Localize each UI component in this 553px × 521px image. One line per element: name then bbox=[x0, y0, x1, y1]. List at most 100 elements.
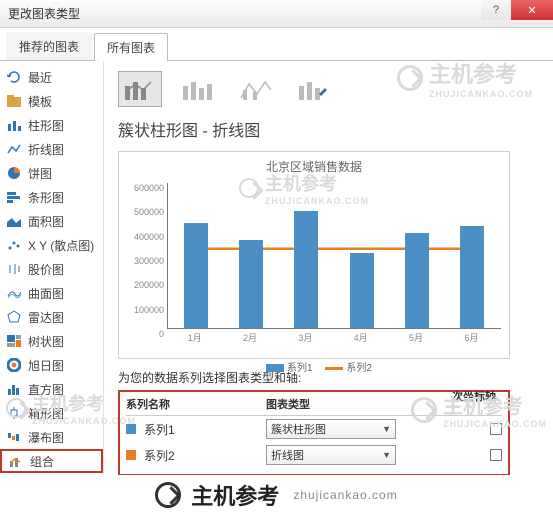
sidebar-item-bar[interactable]: 条形图 bbox=[0, 185, 103, 209]
col-secondary-axis: 次坐标轴 bbox=[452, 388, 496, 404]
subtype-stacked-area-column[interactable] bbox=[234, 71, 278, 107]
sidebar-item-label: 最近 bbox=[28, 69, 52, 86]
combo-subtitle: 簇状柱形图 - 折线图 bbox=[118, 117, 541, 141]
bar bbox=[239, 240, 263, 328]
sidebar-item-label: 股价图 bbox=[28, 261, 64, 278]
sidebar-item-treemap[interactable]: 树状图 bbox=[0, 329, 103, 353]
bar bbox=[184, 223, 208, 328]
chart-title: 北京区域销售数据 bbox=[127, 158, 501, 175]
plot-area: 0100000200000300000400000500000600000 bbox=[167, 183, 501, 329]
series-name: 系列1 bbox=[144, 421, 175, 438]
combo-subtype-gallery bbox=[118, 71, 541, 107]
bar bbox=[460, 226, 484, 328]
sidebar-item-recent[interactable]: 最近 bbox=[0, 65, 103, 89]
sidebar-item-stock[interactable]: 股价图 bbox=[0, 257, 103, 281]
bar bbox=[294, 211, 318, 328]
sidebar-item-label: 模板 bbox=[28, 93, 52, 110]
tab-strip: 推荐的图表 所有图表 bbox=[0, 32, 553, 61]
subtype-custom-combo[interactable] bbox=[292, 71, 336, 107]
sidebar-item-box[interactable]: 箱形图 bbox=[0, 401, 103, 425]
sidebar-item-waterfall[interactable]: 瀑布图 bbox=[0, 425, 103, 449]
template-icon bbox=[6, 93, 22, 109]
brand-name: 主机参考 bbox=[191, 479, 279, 511]
scatter-icon bbox=[6, 237, 22, 253]
legend-swatch-2 bbox=[325, 367, 343, 370]
sidebar-item-label: 雷达图 bbox=[28, 309, 64, 326]
sidebar-item-label: 箱形图 bbox=[28, 405, 64, 422]
sidebar-item-label: 折线图 bbox=[28, 141, 64, 158]
sidebar-item-histogram[interactable]: 直方图 bbox=[0, 377, 103, 401]
col-chart-type: 图表类型 bbox=[266, 396, 422, 412]
footer-brand: 主机参考 zhujicankao.com bbox=[0, 475, 553, 515]
waterfall-icon bbox=[6, 429, 22, 445]
bar-icon bbox=[6, 189, 22, 205]
chevron-down-icon: ▼ bbox=[382, 424, 391, 434]
chart-type-sidebar: 最近模板柱形图折线图饼图条形图面积图 X Y (散点图) 股价图曲面图雷达图树状图旭… bbox=[0, 61, 104, 501]
sidebar-item-label: 饼图 bbox=[28, 165, 52, 182]
sidebar-item-label: 曲面图 bbox=[28, 285, 64, 302]
sidebar-item-column[interactable]: 柱形图 bbox=[0, 113, 103, 137]
tab-recommended[interactable]: 推荐的图表 bbox=[6, 32, 92, 60]
recent-icon bbox=[6, 69, 22, 85]
sidebar-item-label: 柱形图 bbox=[28, 117, 64, 134]
series-row: 系列2 折线图 ▼ bbox=[126, 442, 502, 468]
sidebar-item-template[interactable]: 模板 bbox=[0, 89, 103, 113]
area-icon bbox=[6, 213, 22, 229]
sidebar-item-label: 树状图 bbox=[28, 333, 64, 350]
bar bbox=[405, 233, 429, 328]
surface-icon bbox=[6, 285, 22, 301]
brand-logo-icon bbox=[155, 482, 181, 508]
chart-legend: 系列1 系列2 bbox=[127, 359, 501, 374]
series-swatch bbox=[126, 450, 136, 460]
main-panel: 主机参考ZHUJICANKAO.COM 簇状柱形图 - 折线图 主机参考ZHUJ… bbox=[104, 61, 553, 501]
brand-domain: zhujicankao.com bbox=[293, 488, 397, 502]
radar-icon bbox=[6, 309, 22, 325]
chart-type-dropdown[interactable]: 折线图 ▼ bbox=[266, 445, 396, 465]
subtype-clustered-column-line[interactable] bbox=[118, 71, 162, 107]
series-swatch bbox=[126, 424, 136, 434]
sidebar-item-label: 旭日图 bbox=[28, 357, 64, 374]
pie-icon bbox=[6, 165, 22, 181]
secondary-axis-checkbox[interactable] bbox=[490, 423, 502, 435]
title-bar: 更改图表类型 ? ✕ bbox=[0, 0, 553, 28]
sidebar-item-label: 条形图 bbox=[28, 189, 64, 206]
help-button[interactable]: ? bbox=[481, 0, 511, 20]
sidebar-item-radar[interactable]: 雷达图 bbox=[0, 305, 103, 329]
sidebar-item-combo[interactable]: 组合 bbox=[0, 449, 103, 473]
legend-label-2: 系列2 bbox=[346, 363, 372, 374]
treemap-icon bbox=[6, 333, 22, 349]
chevron-down-icon: ▼ bbox=[382, 450, 391, 460]
chart-type-dropdown[interactable]: 簇状柱形图 ▼ bbox=[266, 419, 396, 439]
sidebar-item-label: 组合 bbox=[30, 453, 54, 470]
col-series-name: 系列名称 bbox=[126, 396, 266, 412]
sidebar-item-surface[interactable]: 曲面图 bbox=[0, 281, 103, 305]
sidebar-item-label: 直方图 bbox=[28, 381, 64, 398]
box-icon bbox=[6, 405, 22, 421]
legend-label-1: 系列1 bbox=[287, 363, 313, 374]
bar bbox=[350, 253, 374, 328]
secondary-axis-checkbox[interactable] bbox=[490, 449, 502, 461]
subtype-clustered-column-line-secondary[interactable] bbox=[176, 71, 220, 107]
histogram-icon bbox=[6, 381, 22, 397]
chart-type-value: 簇状柱形图 bbox=[271, 421, 326, 437]
stock-icon bbox=[6, 261, 22, 277]
line-icon bbox=[6, 141, 22, 157]
sidebar-item-sunburst[interactable]: 旭日图 bbox=[0, 353, 103, 377]
close-button[interactable]: ✕ bbox=[511, 0, 553, 20]
sidebar-item-line[interactable]: 折线图 bbox=[0, 137, 103, 161]
x-axis-ticks: 1月2月3月4月5月6月 bbox=[167, 329, 501, 343]
column-icon bbox=[6, 117, 22, 133]
tab-all-charts[interactable]: 所有图表 bbox=[94, 33, 168, 61]
sidebar-item-label: 瀑布图 bbox=[28, 429, 64, 446]
sidebar-item-pie[interactable]: 饼图 bbox=[0, 161, 103, 185]
sidebar-item-label: 面积图 bbox=[28, 213, 64, 230]
sunburst-icon bbox=[6, 357, 22, 373]
chart-preview: 主机参考ZHUJICANKAO.COM 北京区域销售数据 01000002000… bbox=[118, 151, 510, 359]
series-row: 系列1 簇状柱形图 ▼ bbox=[126, 416, 502, 442]
sidebar-item-scatter[interactable]: X Y (散点图) bbox=[0, 233, 103, 257]
series-name: 系列2 bbox=[144, 447, 175, 464]
chart-type-value: 折线图 bbox=[271, 447, 304, 463]
legend-swatch-1 bbox=[266, 364, 284, 372]
sidebar-item-area[interactable]: 面积图 bbox=[0, 209, 103, 233]
combo-icon bbox=[8, 453, 24, 469]
